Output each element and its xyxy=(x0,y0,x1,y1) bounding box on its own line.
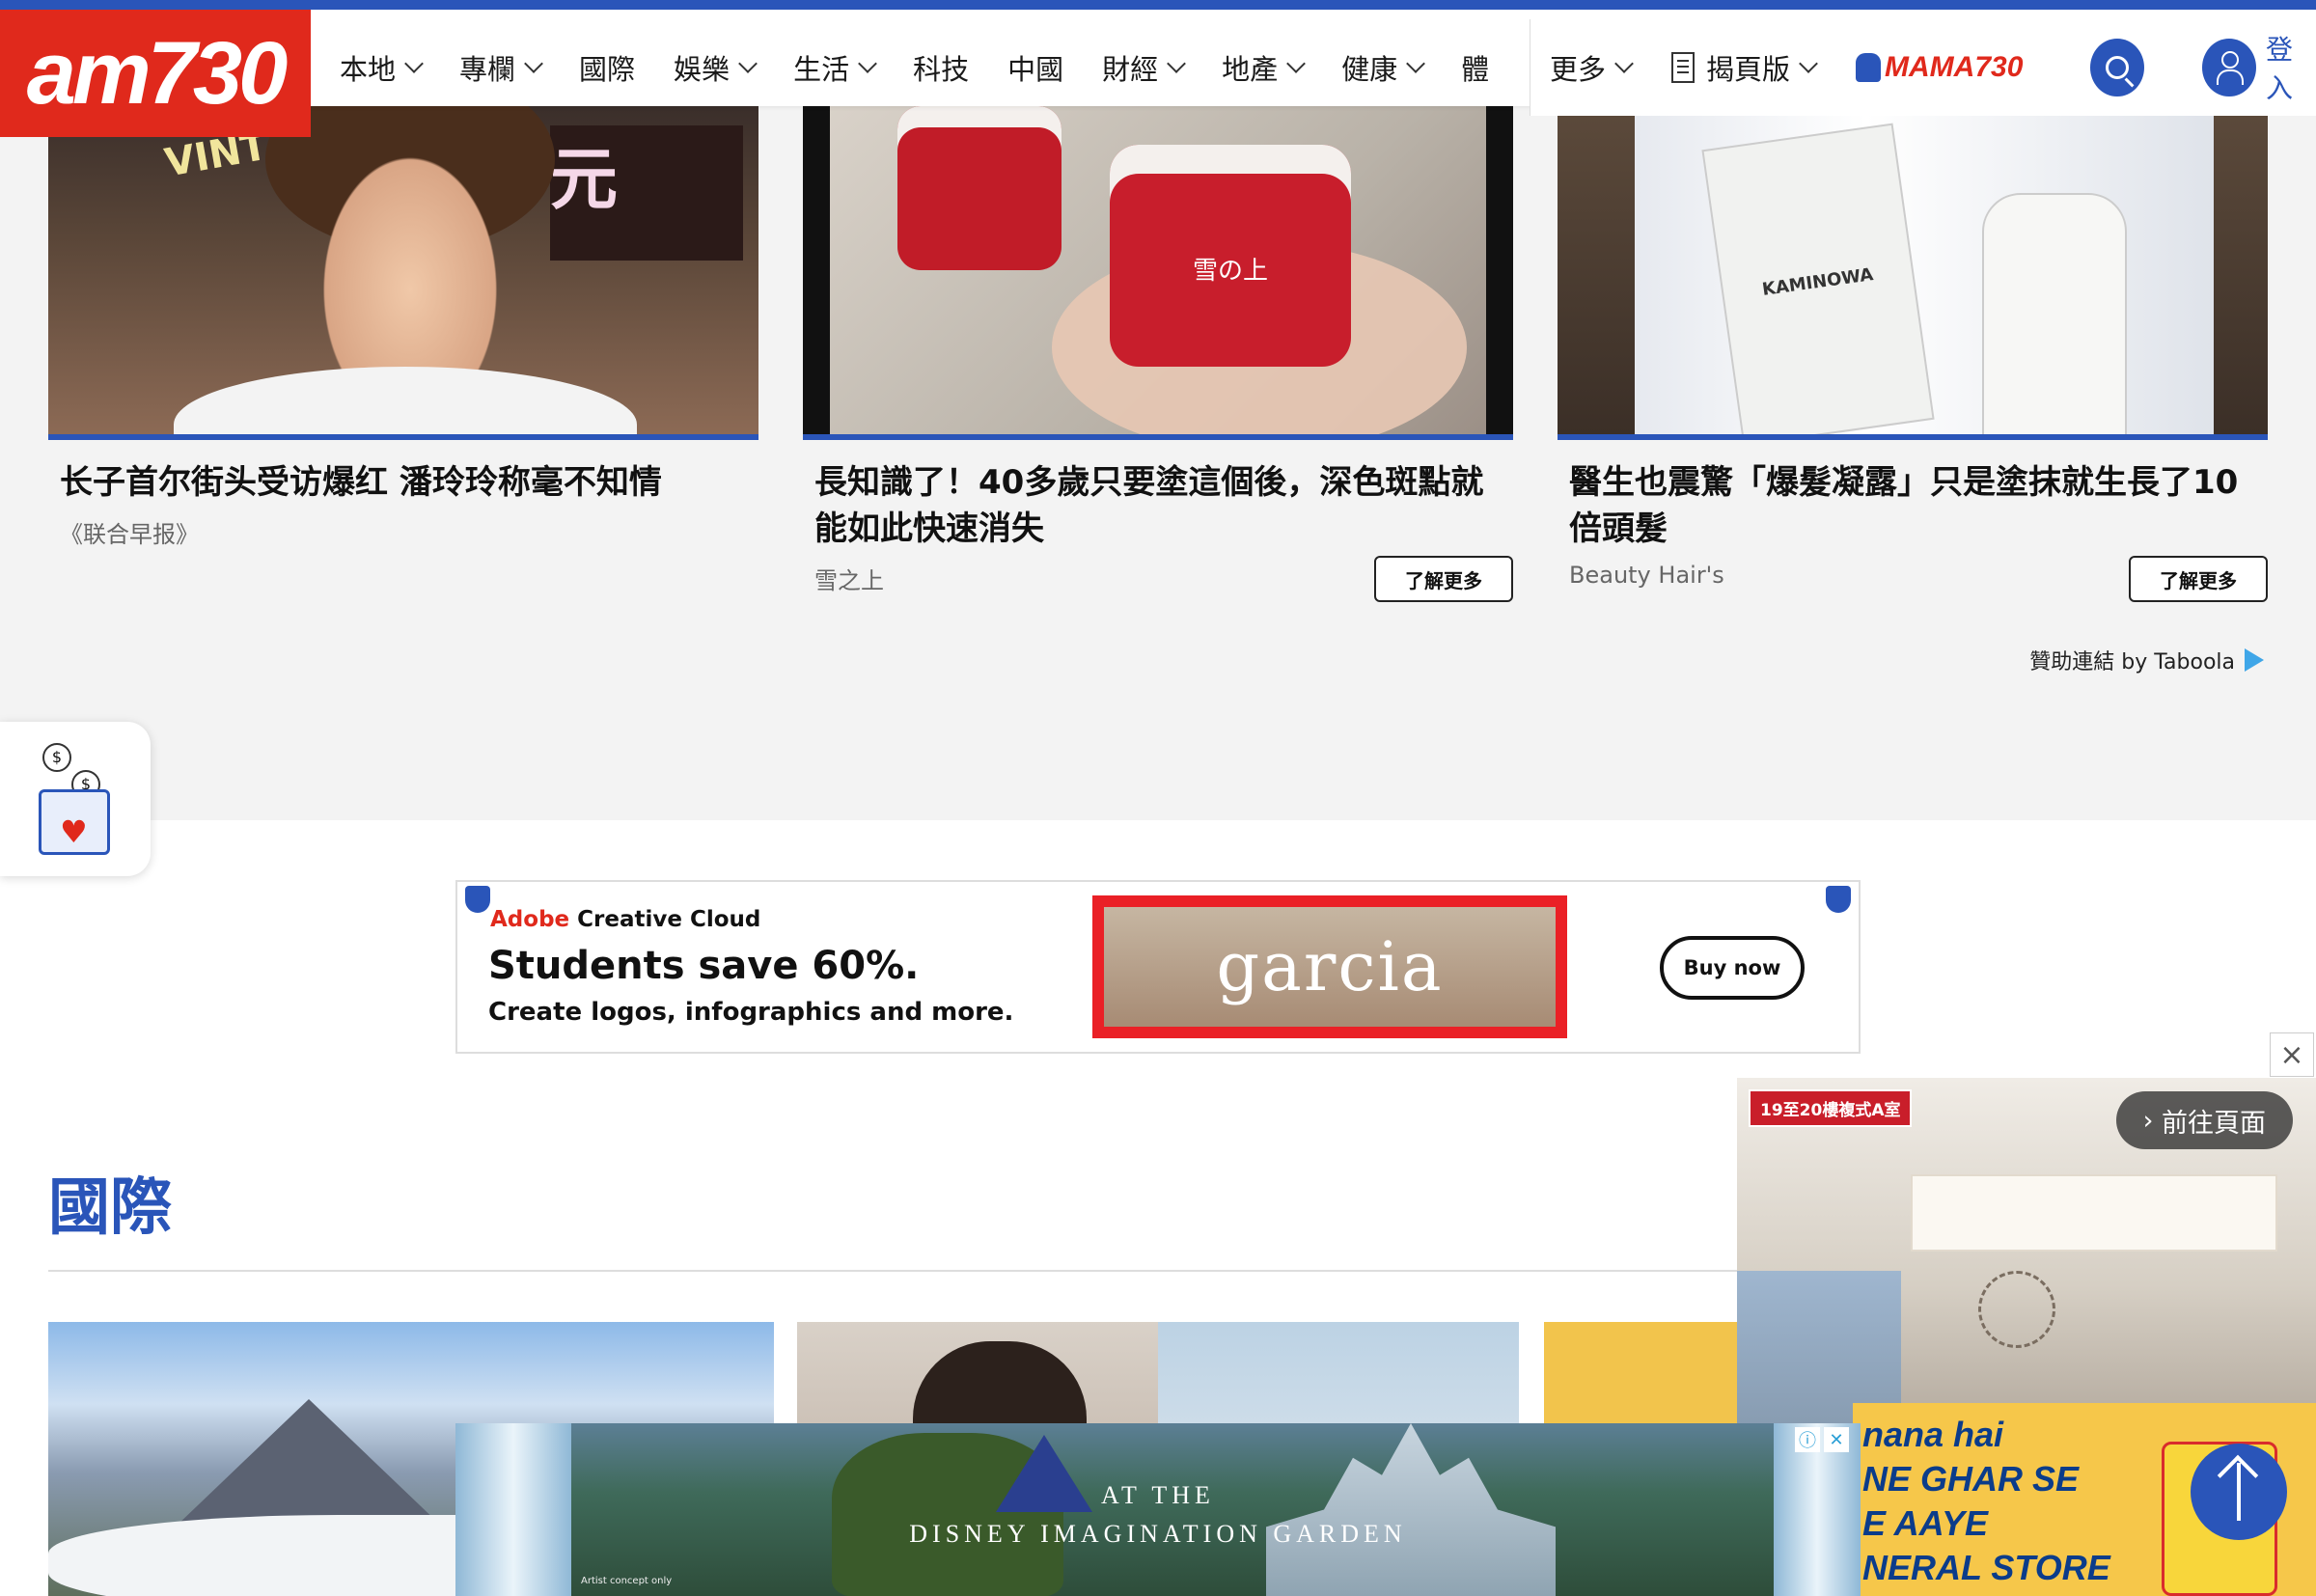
back-to-top-button[interactable] xyxy=(2191,1444,2287,1540)
nav-item-lifestyle[interactable]: 生活 xyxy=(793,47,877,88)
section-divider xyxy=(48,1270,1737,1272)
jar-label: 雪の上 xyxy=(1192,257,1268,286)
chevron-down-icon xyxy=(738,54,758,73)
nav-item-finance[interactable]: 財經 xyxy=(1102,47,1187,88)
top-navbar: 本地 專欄 國際 娛樂 生活 科技 中國 財經 地產 健康 體 更多 揭頁版 M… xyxy=(0,10,2316,116)
ad-headline: Students save 60%. xyxy=(488,944,920,988)
nav-menu: 本地 專欄 國際 娛樂 生活 科技 中國 財經 地產 健康 體 xyxy=(340,19,1528,116)
epaper-icon xyxy=(1671,52,1696,83)
nav-right-group: 更多 揭頁版 MAMA730 登入 xyxy=(1530,19,2316,116)
nav-item-local[interactable]: 本地 xyxy=(340,47,424,88)
image-chandelier xyxy=(1978,1271,2055,1348)
arrow-up-icon xyxy=(2237,1463,2241,1521)
login-link[interactable]: 登入 xyxy=(2266,29,2316,106)
image-bottle xyxy=(1982,193,2127,434)
nav-item-health[interactable]: 健康 xyxy=(1341,47,1426,88)
chevron-down-icon xyxy=(1406,54,1426,73)
mama-badge-icon xyxy=(1856,53,1882,82)
sponsored-card[interactable]: KAMINOWA 醫生也震驚「爆髮凝露」只是塗抹就生長了10倍頭髮 Beauty… xyxy=(1558,106,2268,602)
image-shirt xyxy=(174,367,637,434)
ad-controls: ⓘ ✕ xyxy=(1795,1427,1849,1452)
nav-item-property[interactable]: 地產 xyxy=(1222,47,1307,88)
card-image: VINTAGE 元 xyxy=(48,106,758,440)
ad-line-2: DISNEY IMAGINATION GARDEN xyxy=(909,1520,1407,1548)
nav-item-epaper[interactable]: 揭頁版 xyxy=(1671,47,1818,88)
learn-more-button[interactable]: 了解更多 xyxy=(1374,556,1513,602)
chevron-right-icon: › xyxy=(2142,1105,2162,1136)
user-button[interactable] xyxy=(2202,39,2256,96)
card-source: 《联合早报》 xyxy=(60,521,199,548)
buy-now-button[interactable]: Buy now xyxy=(1660,936,1805,1000)
chevron-down-icon xyxy=(524,54,543,73)
image-product-box: KAMINOWA xyxy=(1701,123,1935,434)
search-button[interactable] xyxy=(2090,39,2145,96)
nav-item-china[interactable]: 中國 xyxy=(1007,47,1063,88)
ad-shield-icon xyxy=(465,886,490,913)
chevron-down-icon xyxy=(404,54,424,73)
card-image: KAMINOWA xyxy=(1558,106,2268,440)
ad-shield-icon xyxy=(1826,886,1851,913)
nav-item-tech[interactable]: 科技 xyxy=(913,47,969,88)
learn-more-button[interactable]: 了解更多 xyxy=(2129,556,2268,602)
chevron-down-icon xyxy=(1167,54,1187,73)
top-accent-bar xyxy=(0,0,2316,10)
card-title[interactable]: 醫生也震驚「爆髮凝露」只是塗抹就生長了10倍頭髮 xyxy=(1569,459,2256,552)
nav-item-international[interactable]: 國際 xyxy=(579,47,635,88)
ad-disclaimer: Artist concept only xyxy=(581,1576,673,1586)
sponsored-card[interactable]: VINTAGE 元 长子首尔街头受访爆红 潘玲玲称毫不知情 《联合早报》 xyxy=(48,106,758,549)
image-background: 雪の上 xyxy=(830,106,1486,434)
image-sign-text: 元 xyxy=(550,125,743,261)
image-ceiling xyxy=(1911,1174,2277,1252)
chevron-down-icon xyxy=(1799,54,1818,73)
video-tag: 19至20樓複式A室 xyxy=(1749,1089,1913,1127)
ad-subtext: Create logos, infographics and more. xyxy=(488,998,1014,1027)
video-ad-text: nana hai NE GHAR SE E AAYE NERAL STORE xyxy=(1862,1415,2110,1587)
mama730-link[interactable]: MAMA730 xyxy=(1856,51,2023,84)
nav-item-column[interactable]: 專欄 xyxy=(459,47,543,88)
coin-icon: $ xyxy=(42,743,71,772)
chevron-down-icon xyxy=(858,54,877,73)
site-logo[interactable]: am730 xyxy=(0,10,311,137)
adobe-banner-ad[interactable]: Adobe Creative Cloud Students save 60%. … xyxy=(455,880,1861,1054)
chevron-down-icon xyxy=(1614,54,1634,73)
search-icon xyxy=(2106,56,2130,79)
image-jar: 雪の上 xyxy=(1110,145,1351,367)
ad-info-icon[interactable]: ⓘ xyxy=(1795,1427,1820,1452)
ad-line-1: AT THE xyxy=(1101,1481,1215,1509)
taboola-icon xyxy=(2245,648,2264,672)
heart-icon: ♥ xyxy=(60,813,88,850)
taboola-attribution[interactable]: 贊助連結 by Taboola xyxy=(2029,645,2264,675)
close-video-button[interactable]: × xyxy=(2270,1032,2314,1077)
chevron-down-icon xyxy=(1286,54,1307,73)
sponsored-card[interactable]: 雪の上 長知識了！40多歲只要塗這個後，深色斑點就能如此快速消失 雪之上 了解更… xyxy=(803,106,1513,602)
section-title[interactable]: 國際 xyxy=(48,1158,172,1247)
go-to-page-button[interactable]: › 前往頁面 xyxy=(2115,1091,2293,1149)
ad-artwork: garcia xyxy=(1092,895,1567,1038)
image-jar xyxy=(897,106,1062,270)
ad-brand: Adobe Creative Cloud xyxy=(490,907,761,932)
user-icon xyxy=(2217,51,2245,85)
card-image: 雪の上 xyxy=(803,106,1513,440)
card-title[interactable]: 长子首尔街头受访爆红 潘玲玲称毫不知情 xyxy=(60,459,747,506)
ad-close-icon[interactable]: ✕ xyxy=(1824,1427,1849,1452)
ad-artwork-text: garcia xyxy=(1104,907,1556,1027)
disney-bottom-ad[interactable]: AT THE DISNEY IMAGINATION GARDEN Artist … xyxy=(455,1423,1861,1596)
donate-widget[interactable]: $ $ ♥ xyxy=(0,722,151,876)
nav-item-sports[interactable]: 體 xyxy=(1461,47,1489,88)
box-label: KAMINOWA xyxy=(1760,264,1875,300)
nav-item-entertainment[interactable]: 娛樂 xyxy=(674,47,758,88)
card-title[interactable]: 長知識了！40多歲只要塗這個後，深色斑點就能如此快速消失 xyxy=(814,459,1502,552)
nav-item-more[interactable]: 更多 xyxy=(1550,47,1634,88)
